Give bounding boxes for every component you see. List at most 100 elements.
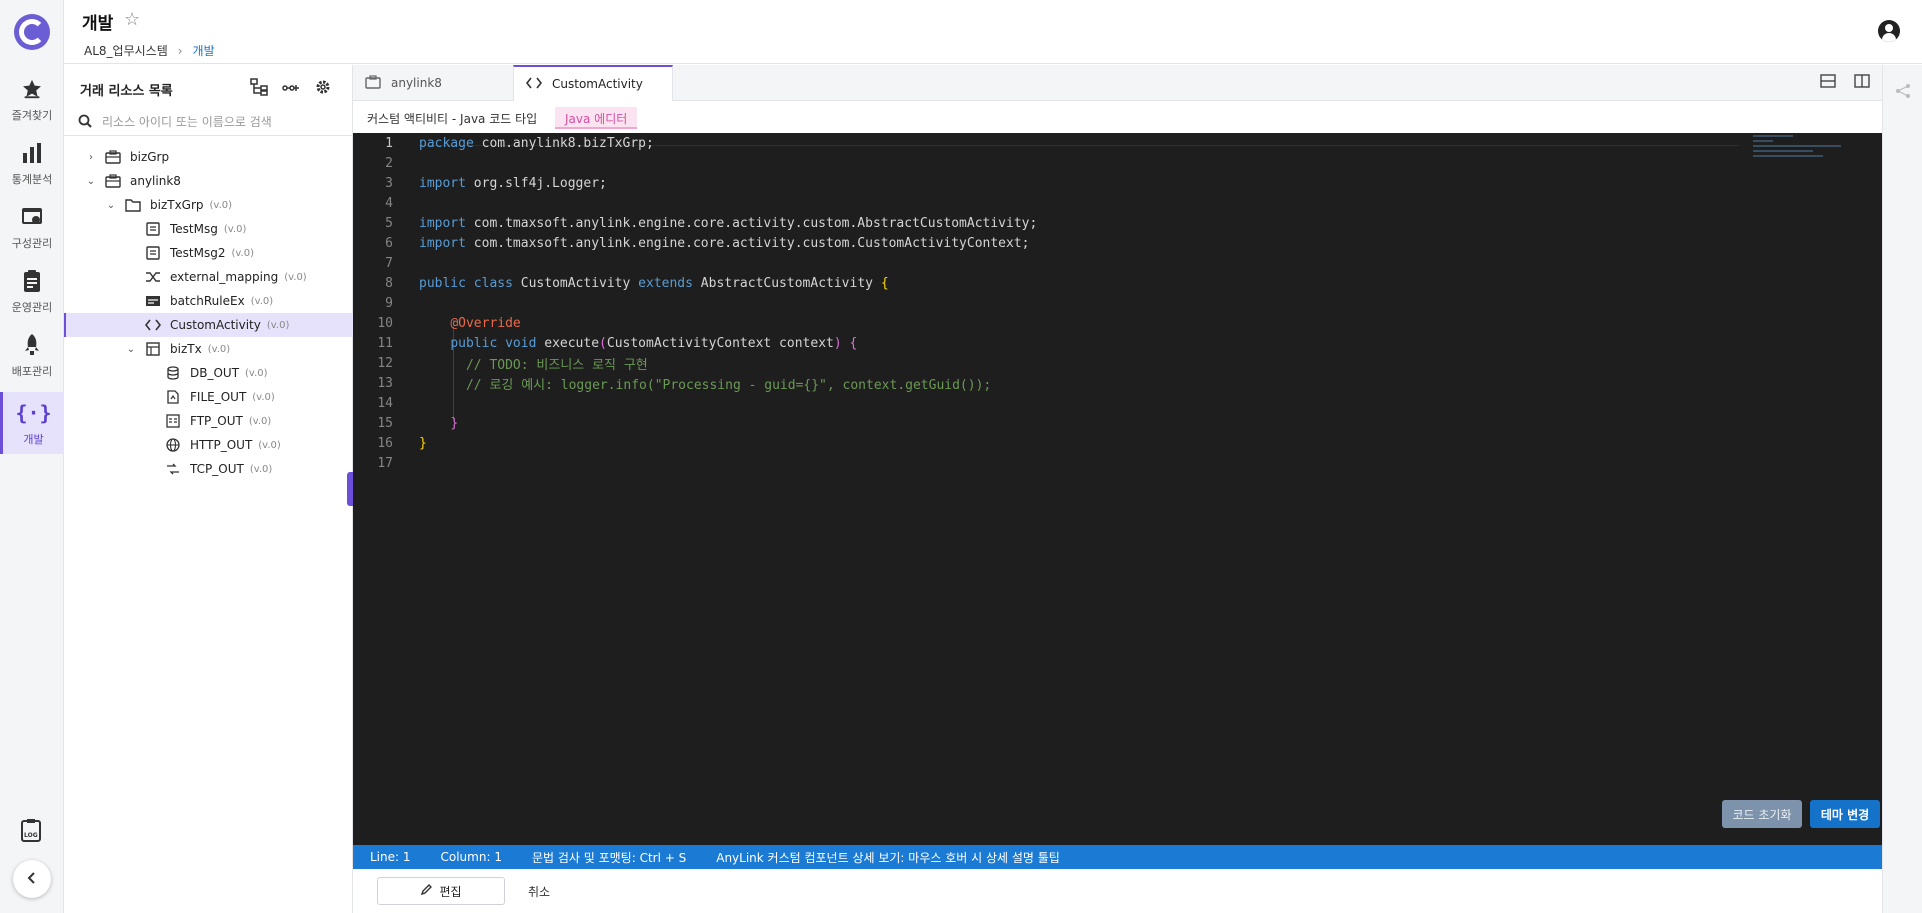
subtab-java-editor[interactable]: Java 에디터	[555, 107, 638, 129]
user-avatar-icon[interactable]	[1878, 20, 1900, 42]
config-icon	[18, 203, 46, 231]
gear-icon[interactable]	[314, 78, 332, 96]
mapping-icon	[144, 269, 162, 285]
tab-customactivity[interactable]: CustomActivity	[513, 65, 673, 101]
connect-add-icon[interactable]	[282, 78, 300, 96]
tree-node-label: external_mapping	[170, 270, 279, 284]
top-header: 개발 ☆ AL8_업무시스템 › 개발	[64, 0, 1922, 64]
database-icon	[164, 365, 182, 381]
code-text: public void execute(CustomActivityContex…	[450, 335, 858, 351]
rail-item-favorites[interactable]: 즐겨찾기	[0, 68, 64, 130]
tab-label: anylink8	[391, 76, 442, 90]
code-editor[interactable]: 1 package com.anylink8.bizTxGrp; 2 3 impor…	[353, 133, 1882, 845]
editor-action-buttons: 코드 초기화 테마 변경	[1722, 800, 1882, 828]
batch-icon	[144, 293, 162, 309]
split-vertical-icon[interactable]	[1854, 74, 1870, 91]
code-line: 4	[385, 195, 393, 211]
rail-item-statistics[interactable]: 통계분석	[0, 132, 64, 194]
code-text: // 로깅 예시: logger.info("Processing - guid…	[465, 377, 992, 393]
tree-node-tcp-out[interactable]: TCP_OUT (v.0)	[64, 457, 353, 481]
tree-structure-icon[interactable]	[250, 78, 268, 96]
panel-title: 거래 리소스 목록	[80, 84, 173, 99]
search-icon	[78, 114, 92, 131]
tree-node-label: batchRuleEx	[170, 294, 245, 308]
code-line: 5 import com.tmaxsoft.anylink.engine.core…	[385, 215, 1038, 231]
code-line: 12 // TODO: 비즈니스 로직 구현	[377, 355, 648, 373]
share-node-icon[interactable]	[1895, 83, 1911, 102]
tree-node-external-mapping[interactable]: external_mapping (v.0)	[64, 265, 353, 289]
tab-anylink8[interactable]: anylink8	[353, 65, 513, 101]
resource-tree: › bizGrp ⌄ anylink8 ⌄ bizTxGrp (v.0) Tes…	[64, 145, 353, 481]
subtab-java-code-type[interactable]: 커스텀 액티비티 - Java 코드 타입	[357, 107, 547, 129]
tree-node-biztxgrp[interactable]: ⌄ bizTxGrp (v.0)	[64, 193, 353, 217]
status-line: Line: 1	[370, 850, 411, 864]
version-label: (v.0)	[284, 271, 307, 283]
tree-node-testmsg2[interactable]: TestMsg2 (v.0)	[64, 241, 353, 265]
tree-node-label: TestMsg	[170, 222, 218, 236]
code-line: 13 // 로깅 예시: logger.info("Processing - g…	[377, 375, 992, 393]
version-label: (v.0)	[231, 247, 255, 259]
code-text: @Override	[450, 315, 521, 331]
code-line: 7	[385, 255, 393, 271]
page-title: 개발	[82, 14, 114, 34]
tab-label: CustomActivity	[552, 77, 643, 91]
version-label: (v.0)	[223, 223, 247, 235]
change-theme-button[interactable]: 테마 변경	[1810, 800, 1880, 828]
split-horizontal-icon[interactable]	[1820, 74, 1836, 91]
tree-node-label: bizTx	[170, 342, 202, 356]
reset-code-button[interactable]: 코드 초기화	[1722, 800, 1802, 828]
version-label: (v.0)	[249, 463, 273, 475]
log-icon[interactable]: LOG	[20, 818, 44, 844]
status-hint-tooltip: AnyLink 커스텀 컴포넌트 상세 보기: 마우스 호버 시 상세 설명 툴…	[716, 850, 1060, 865]
chevron-down-icon[interactable]: ⌄	[104, 200, 118, 211]
code-line: 16}	[377, 435, 427, 451]
edit-button[interactable]: 편집	[377, 877, 505, 905]
tree-node-http-out[interactable]: HTTP_OUT (v.0)	[64, 433, 353, 457]
version-label: (v.0)	[248, 415, 272, 427]
tree-node-customactivity[interactable]: CustomActivity (v.0)	[64, 313, 353, 337]
tree-node-anylink8[interactable]: ⌄ anylink8	[64, 169, 353, 193]
search-input[interactable]	[102, 115, 322, 129]
chevron-right-icon[interactable]: ›	[84, 152, 98, 163]
file-icon	[164, 389, 182, 405]
code-text: }	[419, 435, 427, 451]
tree-node-biztx[interactable]: ⌄ bizTx (v.0)	[64, 337, 353, 361]
rocket-icon	[18, 331, 46, 359]
cancel-button[interactable]: 취소	[528, 883, 550, 900]
panel-toolbar	[250, 78, 332, 96]
code-line: 2	[385, 155, 393, 171]
app-logo[interactable]	[14, 14, 50, 50]
resource-panel: 거래 리소스 목록 › bizGrp ⌄ anylink8 ⌄	[64, 65, 353, 913]
rail-item-config[interactable]: 구성관리	[0, 196, 64, 258]
tree-node-bizgrp[interactable]: › bizGrp	[64, 145, 353, 169]
chevron-down-icon[interactable]: ⌄	[84, 176, 98, 187]
breadcrumb: AL8_업무시스템 › 개발	[84, 42, 215, 59]
code-text: import org.slf4j.Logger;	[419, 175, 607, 191]
tree-node-ftp-out[interactable]: FTP_OUT (v.0)	[64, 409, 353, 433]
clipboard-icon	[18, 267, 46, 295]
code-line: 11 public void execute(CustomActivityCon…	[377, 335, 858, 351]
chevron-right-icon: ›	[177, 43, 183, 58]
status-hint-format: 문법 검사 및 포맷팅: Ctrl + S	[531, 850, 687, 865]
tree-node-testmsg[interactable]: TestMsg (v.0)	[64, 217, 353, 241]
message-icon	[144, 221, 162, 237]
code-minimap[interactable]	[1753, 135, 1843, 175]
favorite-star-icon[interactable]: ☆	[124, 9, 140, 30]
collapse-sidebar-button[interactable]	[13, 860, 51, 898]
briefcase-icon	[104, 149, 122, 165]
rail-item-deploy[interactable]: 배포관리	[0, 324, 64, 386]
breadcrumb-item[interactable]: AL8_업무시스템	[84, 42, 168, 59]
layout-toggle-group	[1820, 74, 1870, 91]
breadcrumb-current: 개발	[192, 44, 215, 58]
code-text: package com.anylink8.bizTxGrp;	[419, 135, 654, 151]
code-line: 17	[377, 455, 393, 471]
rail-item-develop[interactable]: {·} 개발	[0, 392, 64, 454]
tree-node-file-out[interactable]: FILE_OUT (v.0)	[64, 385, 353, 409]
globe-icon	[164, 437, 182, 453]
rail-item-operation[interactable]: 운영관리	[0, 260, 64, 322]
code-line: 8 public class CustomActivity extends Abs…	[385, 275, 889, 291]
tree-node-batchruleex[interactable]: batchRuleEx (v.0)	[64, 289, 353, 313]
tree-node-db-out[interactable]: DB_OUT (v.0)	[64, 361, 353, 385]
chevron-down-icon[interactable]: ⌄	[124, 344, 138, 355]
chart-icon	[18, 139, 46, 167]
